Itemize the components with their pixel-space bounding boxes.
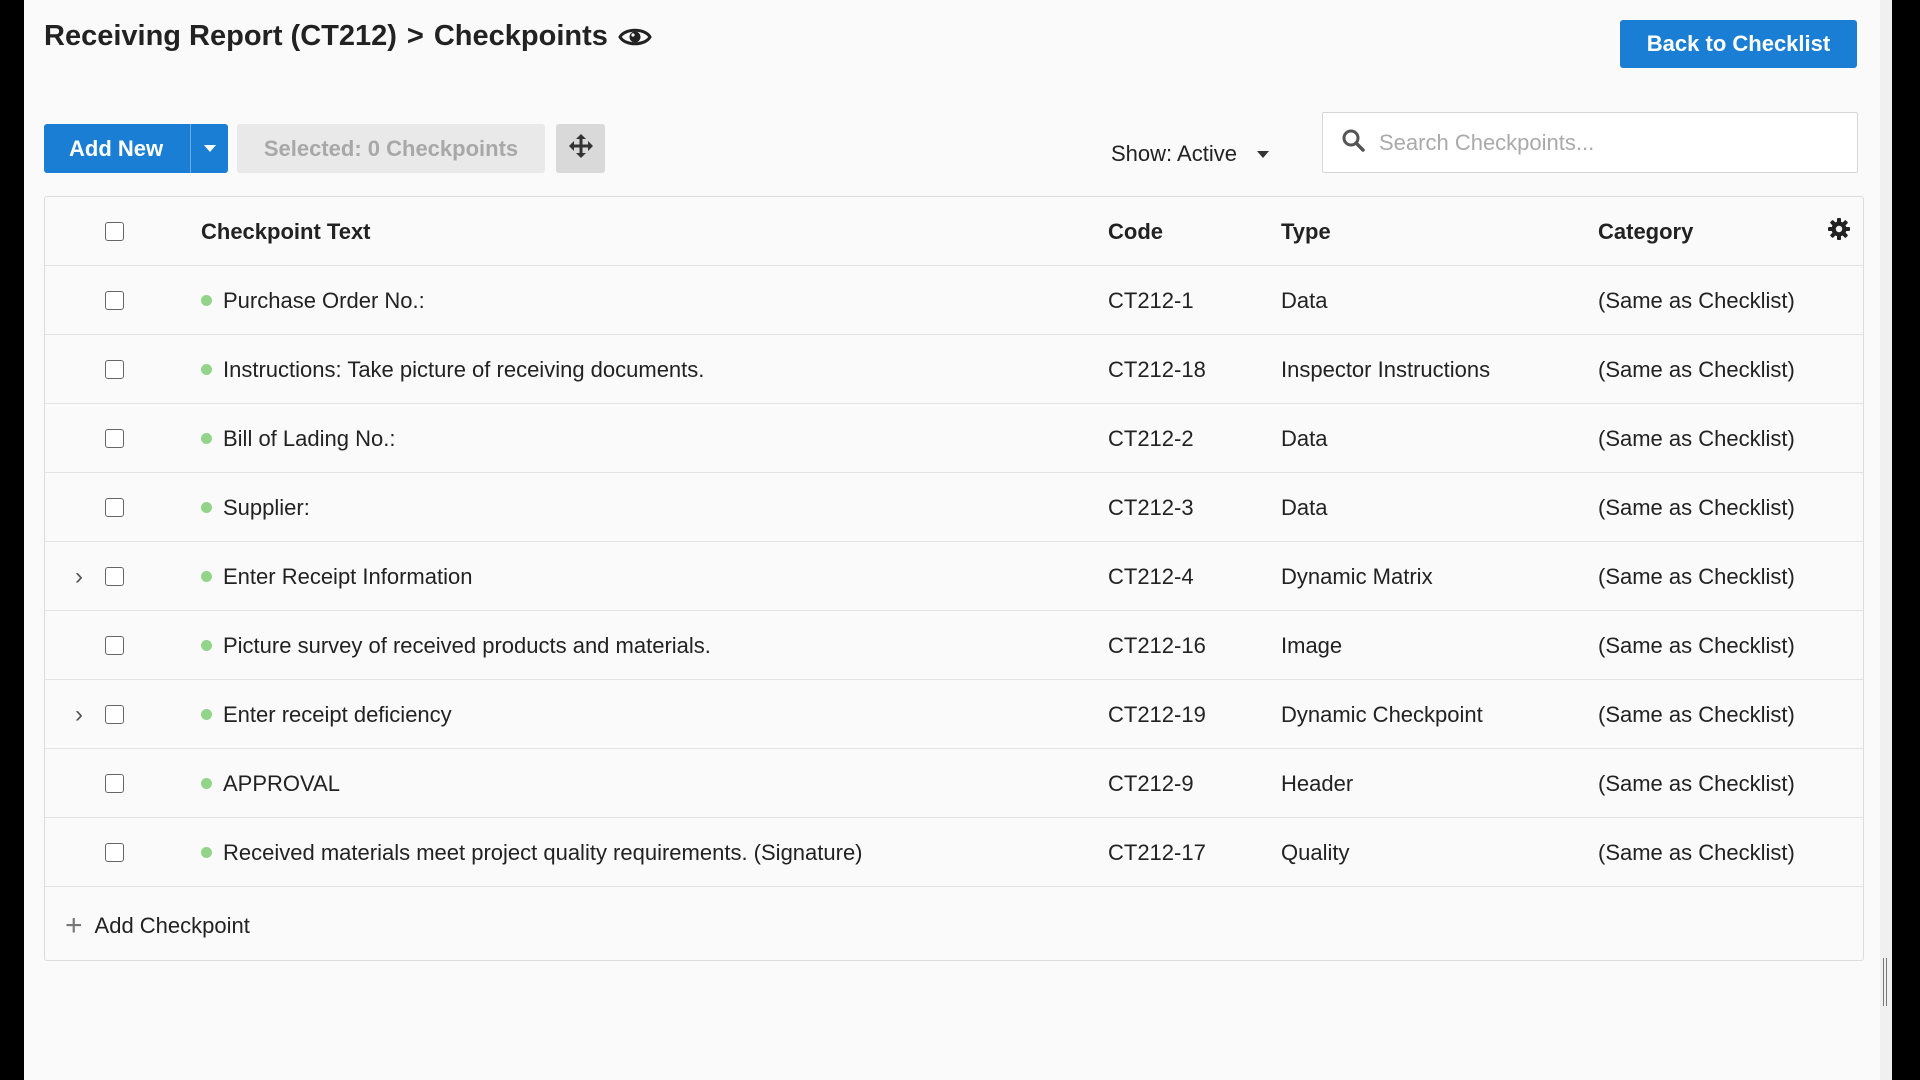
table-row[interactable]: Purchase Order No.: CT212-1 Data (Same a…	[45, 266, 1863, 335]
scrollbar[interactable]	[1880, 0, 1892, 1080]
breadcrumb-current: Checkpoints	[433, 20, 608, 52]
scrollbar-grip[interactable]	[1883, 958, 1889, 1006]
checkpoint-type: Header	[1281, 770, 1354, 796]
checkpoint-category: (Same as Checklist)	[1598, 632, 1795, 658]
column-header-type[interactable]: Type	[1281, 197, 1331, 266]
breadcrumb-parent[interactable]: Receiving Report (CT212)	[44, 20, 397, 53]
search-input[interactable]	[1379, 129, 1839, 156]
checkpoint-code: CT212-18	[1108, 356, 1206, 382]
status-dot	[201, 640, 212, 651]
select-all-checkbox[interactable]	[104, 222, 124, 241]
selected-checkpoints-button[interactable]: Selected: 0 Checkpoints	[237, 124, 545, 173]
table-header-row: Checkpoint Text Code Type Category	[45, 197, 1863, 266]
window-left-edge	[0, 0, 24, 1080]
caret-down-icon	[203, 145, 216, 152]
status-dot	[201, 571, 212, 582]
row-checkbox[interactable]	[104, 774, 124, 793]
caret-down-icon	[1256, 150, 1269, 158]
table-row[interactable]: Received materials meet project quality …	[45, 818, 1863, 887]
row-checkbox[interactable]	[104, 429, 124, 448]
row-checkbox[interactable]	[104, 567, 124, 586]
checkpoint-type: Data	[1281, 425, 1328, 451]
checkpoints-table: Checkpoint Text Code Type Category Purch…	[44, 196, 1864, 961]
column-header-checkpoint-text[interactable]: Checkpoint Text	[201, 197, 371, 266]
add-new-split-button: Add New	[44, 124, 228, 173]
row-checkbox[interactable]	[104, 705, 124, 724]
search-box	[1322, 112, 1858, 173]
checkpoint-category: (Same as Checklist)	[1598, 701, 1795, 727]
checkpoint-category: (Same as Checklist)	[1598, 356, 1795, 382]
status-dot	[201, 778, 212, 789]
checkpoint-text[interactable]: Purchase Order No.:	[223, 288, 425, 314]
checkpoint-code: CT212-19	[1108, 701, 1206, 727]
checkpoint-type: Image	[1281, 632, 1343, 658]
add-new-button[interactable]: Add New	[44, 124, 190, 173]
checkpoint-code: CT212-2	[1108, 425, 1194, 451]
row-checkbox[interactable]	[104, 291, 124, 310]
row-checkbox[interactable]	[104, 498, 124, 517]
checkpoint-code: CT212-1	[1108, 287, 1194, 313]
back-to-checklist-button[interactable]: Back to Checklist	[1620, 20, 1857, 68]
checkpoint-code: CT212-9	[1108, 770, 1194, 796]
checkpoint-text[interactable]: Bill of Lading No.:	[223, 426, 395, 452]
status-dot	[201, 364, 212, 375]
checkpoint-category: (Same as Checklist)	[1598, 770, 1795, 796]
checkpoint-code: CT212-4	[1108, 563, 1194, 589]
row-checkbox[interactable]	[104, 843, 124, 862]
table-row[interactable]: › Enter Receipt Information CT212-4 Dyna…	[45, 542, 1863, 611]
status-dot	[201, 709, 212, 720]
checkpoint-text[interactable]: Received materials meet project quality …	[223, 840, 863, 866]
chevron-right-icon[interactable]: ›	[75, 563, 83, 591]
show-filter-dropdown[interactable]: Show: Active	[1111, 141, 1269, 167]
table-row[interactable]: Instructions: Take picture of receiving …	[45, 335, 1863, 404]
checkpoint-type: Data	[1281, 494, 1328, 520]
table-row[interactable]: Supplier: CT212-3 Data (Same as Checklis…	[45, 473, 1863, 542]
column-header-category[interactable]: Category	[1598, 197, 1693, 266]
checkpoint-type: Dynamic Matrix	[1281, 563, 1433, 589]
table-row[interactable]: › Enter receipt deficiency CT212-19 Dyna…	[45, 680, 1863, 749]
checkpoint-code: CT212-17	[1108, 839, 1206, 865]
add-checkpoint-button[interactable]: + Add Checkpoint	[45, 891, 1863, 960]
column-header-code[interactable]: Code	[1108, 197, 1163, 266]
status-dot	[201, 433, 212, 444]
plus-icon: +	[65, 908, 83, 942]
table-row[interactable]: Bill of Lading No.: CT212-2 Data (Same a…	[45, 404, 1863, 473]
checkpoint-category: (Same as Checklist)	[1598, 839, 1795, 865]
add-checkpoint-label: Add Checkpoint	[94, 912, 250, 938]
checkpoint-type: Data	[1281, 287, 1328, 313]
row-checkbox[interactable]	[104, 360, 124, 379]
table-row[interactable]: APPROVAL CT212-9 Header (Same as Checkli…	[45, 749, 1863, 818]
chevron-right-icon[interactable]: ›	[75, 701, 83, 729]
eye-icon[interactable]	[618, 25, 652, 49]
checkpoint-code: CT212-16	[1108, 632, 1206, 658]
checkpoint-text[interactable]: APPROVAL	[223, 771, 340, 797]
checkpoint-text[interactable]: Instructions: Take picture of receiving …	[223, 357, 704, 383]
checkpoints-page: Receiving Report (CT212) > Checkpoints B…	[24, 0, 1880, 1080]
status-dot	[201, 295, 212, 306]
checkpoint-text[interactable]: Supplier:	[223, 495, 310, 521]
checkpoint-type: Dynamic Checkpoint	[1281, 701, 1483, 727]
checkpoint-category: (Same as Checklist)	[1598, 425, 1795, 451]
search-icon	[1341, 128, 1365, 157]
checkpoint-category: (Same as Checklist)	[1598, 563, 1795, 589]
move-arrows-icon	[568, 134, 593, 163]
checkpoint-code: CT212-3	[1108, 494, 1194, 520]
show-filter-value: Show: Active	[1111, 141, 1237, 166]
add-new-dropdown-toggle[interactable]	[190, 124, 228, 173]
table-row[interactable]: Picture survey of received products and …	[45, 611, 1863, 680]
row-checkbox[interactable]	[104, 636, 124, 655]
status-dot	[201, 502, 212, 513]
breadcrumb-separator: >	[406, 20, 424, 52]
checkpoint-text[interactable]: Picture survey of received products and …	[223, 633, 711, 659]
gear-icon[interactable]	[1827, 217, 1851, 247]
checkpoint-text[interactable]: Enter receipt deficiency	[223, 702, 452, 728]
checkpoint-category: (Same as Checklist)	[1598, 287, 1795, 313]
checkpoint-text[interactable]: Enter Receipt Information	[223, 564, 472, 590]
page-title: Receiving Report (CT212) > Checkpoints	[44, 20, 652, 53]
checkpoint-type: Quality	[1281, 839, 1350, 865]
status-dot	[201, 847, 212, 858]
checkpoint-category: (Same as Checklist)	[1598, 494, 1795, 520]
move-button[interactable]	[556, 124, 605, 173]
checkpoint-type: Inspector Instructions	[1281, 356, 1491, 382]
